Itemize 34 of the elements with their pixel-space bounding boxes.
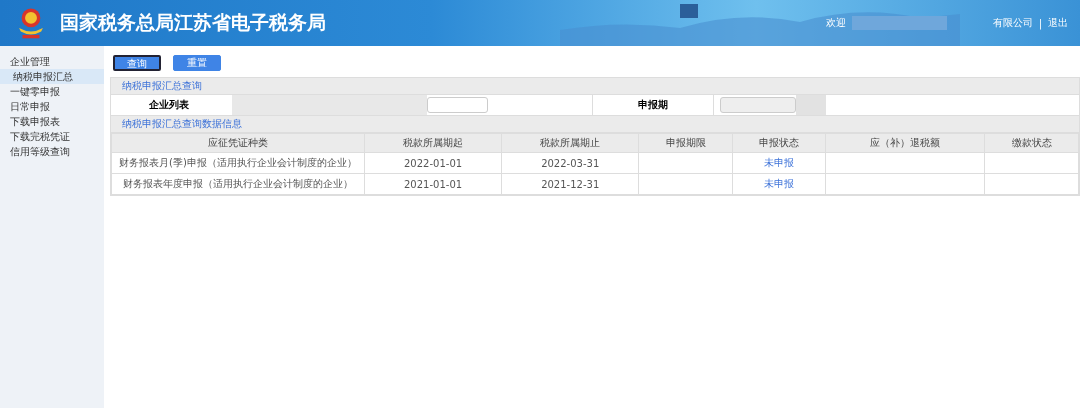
sidebar-item[interactable]: 日常申报 (0, 99, 104, 114)
field-label: 企业列表 (147, 98, 190, 112)
table-cell: 2021-12-31 (541, 178, 600, 190)
sidebar-item[interactable]: 一键零申报 (0, 84, 104, 99)
status-link[interactable]: 未申报 (764, 178, 795, 189)
table-cell: 2021-01-01 (404, 178, 463, 190)
table-cell: 2022-01-01 (404, 157, 463, 169)
column-header: 税款所属期起 (364, 133, 502, 153)
sidebar-item[interactable]: 下载完税凭证 (0, 129, 104, 144)
reset-button[interactable]: 重置 (173, 55, 221, 71)
company-input-field[interactable] (427, 97, 488, 113)
sidebar-item[interactable]: 下载申报表 (0, 114, 104, 129)
site-title: 国家税务总局江苏省电子税务局 (60, 10, 326, 35)
separator-text: | (1038, 17, 1042, 29)
period-input-field[interactable] (719, 97, 796, 113)
column-header: 缴款状态 (984, 133, 1079, 153)
table-cell: 2022-03-31 (541, 157, 600, 169)
section-title: 纳税申报汇总查询 (122, 79, 202, 93)
status-link[interactable]: 未申报 (764, 157, 795, 168)
welcome-text: 欢迎 (825, 16, 846, 30)
field-label: 申报期 (591, 95, 714, 115)
column-header: 申报状态 (732, 133, 826, 153)
column-header: 税款所属期止 (501, 133, 639, 153)
sidebar-item[interactable]: 纳税申报汇总 (0, 69, 104, 84)
table-cell: 财务报表月(季)申报（适用执行企业会计制度的企业） (119, 157, 357, 168)
table-cell: 财务报表年度申报（适用执行企业会计制度的企业） (123, 178, 353, 189)
company-name: 有限公司 (992, 16, 1033, 30)
column-header: 申报期限 (638, 133, 733, 153)
section-title: 纳税申报汇总查询数据信息 (122, 117, 242, 131)
sidebar-item[interactable]: 信用等级查询 (0, 144, 104, 159)
column-header: 应征凭证种类 (111, 133, 365, 153)
sidebar-item[interactable]: 企业管理 (0, 54, 104, 69)
column-header: 应（补）退税额 (825, 133, 985, 153)
query-button[interactable]: 查询 (113, 55, 161, 71)
